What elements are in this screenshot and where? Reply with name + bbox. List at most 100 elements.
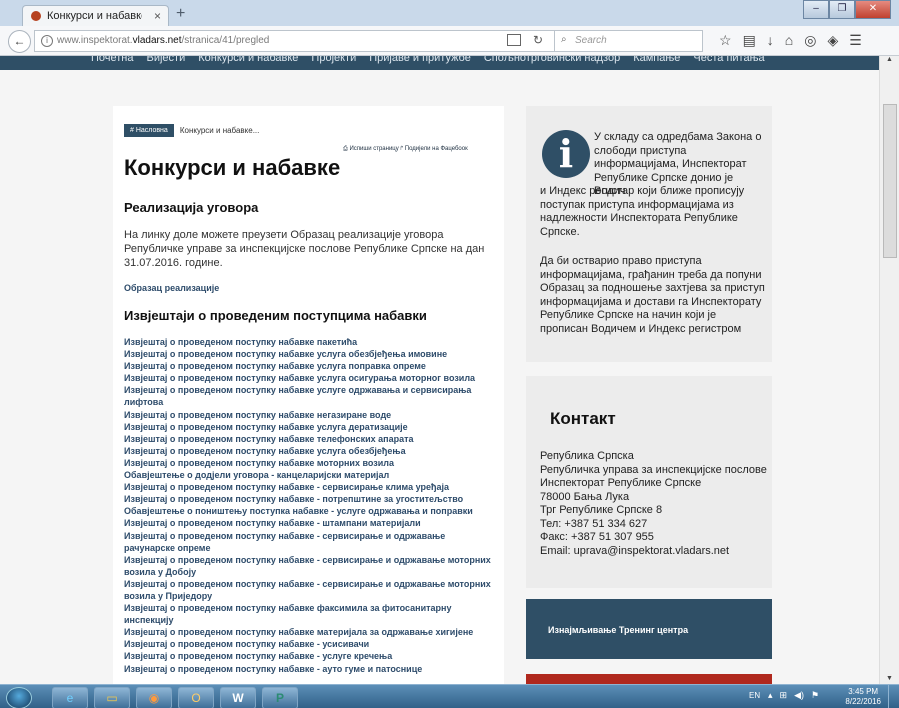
publisher-icon[interactable]: P [262, 687, 298, 708]
home-icon[interactable]: ⌂ [785, 32, 793, 49]
search-placeholder: Search [575, 35, 607, 46]
section-title-realization: Реализација уговора [124, 200, 259, 215]
report-link[interactable]: Извјештај о проведеном поступку набавке … [124, 409, 494, 421]
contact-email[interactable]: Email: uprava@inspektorat.vladars.net [540, 545, 770, 559]
contact-line: Република Српска [540, 450, 634, 462]
scrollbar-thumb[interactable] [883, 104, 897, 258]
browser-toolbar-icons: ☆ ▤ ↓ ⌂ ◎ ◈ ☰ [719, 32, 862, 49]
browser-nav-bar: ← i www.inspektorat.vladars.net/stranica… [0, 26, 899, 56]
info-text-procedure: Да би остварио право приступа информациј… [540, 255, 765, 335]
url-path: /stranica/41/pregled [181, 35, 270, 46]
flag-icon[interactable]: ⚑ [811, 690, 819, 701]
report-link[interactable]: Извјештај о проведеном поступку набавке … [124, 348, 494, 360]
report-link[interactable]: Обавјештење о поништењу поступка набавке… [124, 505, 494, 517]
close-tab-icon[interactable]: × [154, 9, 161, 23]
start-button[interactable] [6, 687, 32, 708]
bookmarks-icon[interactable]: ▤ [743, 32, 756, 49]
report-link[interactable]: Обавјештење о додјели уговора - канцелар… [124, 469, 494, 481]
main-content: # Насловна Конкурси и набавке... ⎙ Испиш… [113, 106, 504, 684]
nav-item-home[interactable]: Почетна [91, 56, 134, 64]
star-icon[interactable]: ☆ [719, 32, 732, 49]
shield-icon[interactable]: ◈ [827, 32, 838, 49]
window-controls: – ❐ ✕ [803, 0, 891, 19]
pocket-icon[interactable]: ◎ [804, 32, 816, 49]
download-icon[interactable]: ↓ [767, 32, 774, 49]
report-link[interactable]: Извјештај о проведеном поступку набавке … [124, 384, 494, 408]
info-icon: i [542, 130, 590, 178]
tab-title: Конкурси и набавке | Инс... [47, 10, 142, 22]
reader-view-icon[interactable] [507, 34, 521, 46]
report-link[interactable]: Извјештај о проведеном поступку набавке … [124, 481, 494, 493]
volume-icon[interactable]: ◀) [794, 690, 804, 701]
report-link[interactable]: Извјештај о проведеном поступку набавке … [124, 530, 494, 554]
site-info-icon[interactable]: i [41, 35, 53, 47]
close-window-button[interactable]: ✕ [855, 0, 891, 19]
folder-icon[interactable]: ▭ [94, 687, 130, 708]
breadcrumb-current: Конкурси и набавке... [179, 126, 260, 135]
report-link[interactable]: Извјештај о проведеном поступку набавке … [124, 421, 494, 433]
nav-item-complaints[interactable]: Пријаве и притужбе [369, 56, 471, 64]
report-link[interactable]: Извјештај о проведеном поступку набавке … [124, 578, 494, 602]
report-link[interactable]: Извјештај о проведеном поступку набавке … [124, 626, 494, 638]
firefox-icon[interactable]: ◉ [136, 687, 172, 708]
word-icon[interactable]: W [220, 687, 256, 708]
clock-time: 3:45 PM [848, 687, 879, 696]
report-link[interactable]: Извјештај о проведеном поступку набавке … [124, 602, 494, 626]
back-arrow-icon[interactable]: ← [8, 30, 31, 53]
menu-icon[interactable]: ☰ [849, 32, 862, 49]
report-link[interactable]: Извјештај о проведеном поступку набавке … [124, 638, 494, 650]
report-link[interactable]: Извјештај о проведеном поступку набавке … [124, 517, 494, 529]
nav-item-campaigns[interactable]: Кампање [633, 56, 680, 64]
report-link[interactable]: Извјештај о проведеном поступку набавке … [124, 650, 494, 662]
tray-expand-icon[interactable]: ▴ [768, 690, 773, 701]
nav-item-tenders[interactable]: Конкурси и набавке [198, 56, 298, 64]
nav-item-projects[interactable]: Пројекти [311, 56, 356, 64]
show-desktop-button[interactable] [888, 685, 899, 708]
address-bar[interactable]: i www.inspektorat.vladars.net/stranica/4… [34, 30, 556, 52]
network-icon[interactable]: ⊞ [780, 690, 788, 701]
contact-line: Тел: +387 51 334 627 [540, 517, 648, 530]
nav-item-news[interactable]: Вијести [147, 56, 186, 64]
url-text: www.inspektorat.vladars.net/stranica/41/… [57, 35, 269, 46]
promo-image[interactable] [526, 674, 772, 684]
page-title: Конкурси и набавке [124, 155, 341, 180]
scroll-down-icon[interactable]: ▼ [886, 675, 893, 682]
minimize-button[interactable]: – [803, 0, 829, 19]
url-prefix: www.inspektorat. [57, 35, 133, 46]
language-indicator[interactable]: EN [749, 691, 760, 700]
reload-icon[interactable]: ↻ [533, 33, 543, 47]
report-link[interactable]: Извјештај о проведеном поступку набавке … [124, 336, 494, 348]
reports-list: Извјештај о проведеном поступку набавке … [124, 336, 494, 675]
page-actions[interactable]: ⎙ Испиши страницу ↱ Подијели на Фацебоок [343, 146, 468, 153]
report-link[interactable]: Извјештај о проведеном поступку набавке … [124, 457, 494, 469]
page-scrollbar[interactable]: ▲ ▼ [879, 56, 899, 684]
nav-item-foreign-trade[interactable]: Спољнотрговински надзор [484, 56, 620, 64]
scroll-up-icon[interactable]: ▲ [886, 56, 893, 63]
contact-line: Инспекторат Републике Српске [540, 477, 702, 489]
screen: Конкурси и набавке | Инс... × + – ❐ ✕ ← … [0, 0, 899, 708]
report-link[interactable]: Извјештај о проведеном поступку набавке … [124, 433, 494, 445]
nav-item-faq[interactable]: Честа питања [693, 56, 764, 64]
realization-form-link[interactable]: Образац реализације [124, 283, 219, 293]
report-link[interactable]: Извјештај о проведеном поступку набавке … [124, 493, 494, 505]
report-link[interactable]: Извјештај о проведеном поступку набавке … [124, 663, 494, 675]
site-favicon-icon [31, 11, 41, 21]
report-link[interactable]: Извјештај о проведеном поступку набавке … [124, 554, 494, 578]
report-link[interactable]: Извјештај о проведеном поступку набавке … [124, 360, 494, 372]
report-link[interactable]: Извјештај о проведеном поступку набавке … [124, 445, 494, 457]
browser-tab[interactable]: Конкурси и набавке | Инс... × [22, 5, 169, 27]
outlook-icon[interactable]: O [178, 687, 214, 708]
contact-line: 78000 Бања Лука [540, 490, 630, 503]
clock[interactable]: 3:45 PM 8/22/2016 [845, 687, 881, 707]
training-center-banner[interactable]: Изнајмљивање Тренинг центра [526, 599, 772, 659]
contact-line: Факс: +387 51 307 955 [540, 531, 654, 543]
url-domain: vladars.net [132, 35, 182, 46]
search-input[interactable]: ⌕ Search [554, 30, 703, 52]
breadcrumb-home[interactable]: # Насловна [124, 124, 174, 137]
report-link[interactable]: Извјештај о проведеном поступку набавке … [124, 372, 494, 384]
taskbar: e ▭ ◉ O W P EN ▴ ⊞ ◀) ⚑ 3:45 PM 8/22/201… [0, 684, 899, 708]
ie-icon[interactable]: e [52, 687, 88, 708]
new-tab-icon[interactable]: + [176, 5, 185, 23]
maximize-button[interactable]: ❐ [829, 0, 855, 19]
contact-title: Контакт [550, 409, 616, 428]
